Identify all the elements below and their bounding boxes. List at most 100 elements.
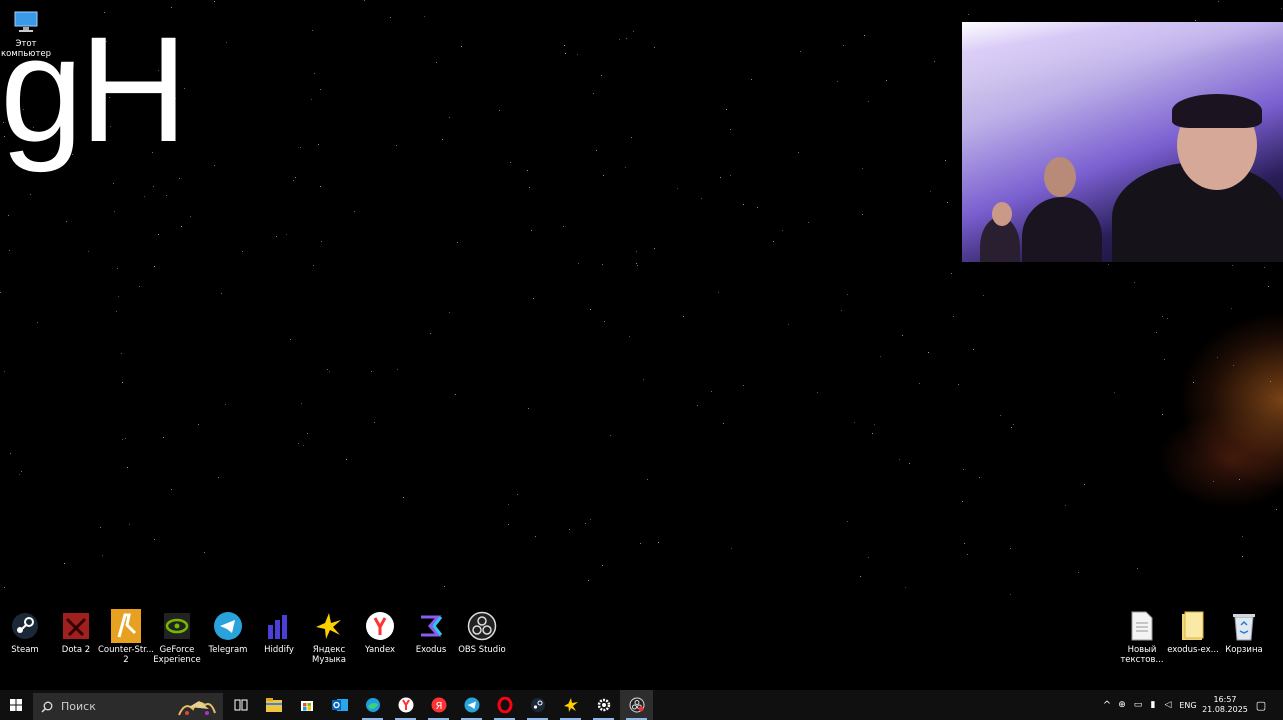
star: [125, 438, 126, 439]
desktop-icon-recycle-bin[interactable]: Корзина: [1212, 610, 1276, 655]
star: [928, 352, 929, 353]
webcam-feed: [962, 22, 1283, 262]
star: [601, 75, 602, 76]
start-button[interactable]: [0, 690, 32, 720]
star: [967, 554, 968, 555]
star: [444, 586, 445, 587]
star: [181, 226, 182, 227]
star: [226, 42, 227, 43]
star: [1270, 381, 1271, 382]
star: [314, 73, 315, 74]
star: [1164, 359, 1165, 360]
star: [1134, 282, 1135, 283]
star: [529, 187, 530, 188]
taskbar-app-file-explorer[interactable]: [257, 690, 290, 720]
star: [510, 162, 511, 163]
star: [565, 53, 566, 54]
star: [312, 30, 313, 31]
star: [564, 45, 565, 46]
taskbar-app-store[interactable]: [290, 690, 323, 720]
star: [868, 557, 869, 558]
star: [320, 89, 321, 90]
star: [295, 177, 296, 178]
star: [720, 177, 721, 178]
network-device-icon[interactable]: ⊕: [1114, 700, 1130, 710]
star: [116, 311, 117, 312]
star: [286, 234, 287, 235]
star: [899, 459, 900, 460]
star: [1010, 594, 1011, 595]
star: [449, 117, 450, 118]
star: [158, 234, 159, 235]
search-placeholder: Поиск: [61, 700, 96, 713]
clock-date: 21.08.2025: [1202, 705, 1248, 714]
taskbar-app-obs[interactable]: [620, 690, 653, 720]
star: [528, 408, 529, 409]
taskbar-app-yandex-music[interactable]: [554, 690, 587, 720]
star: [122, 439, 123, 440]
taskbar-app-edge[interactable]: [356, 690, 389, 720]
star: [508, 524, 509, 525]
taskbar-app-settings[interactable]: [587, 690, 620, 720]
chevron-up-icon[interactable]: ^: [1100, 700, 1114, 711]
desktop-shortcut-obs[interactable]: OBS Studio: [450, 610, 514, 655]
star: [658, 542, 659, 543]
star: [841, 310, 842, 311]
star: [604, 321, 605, 322]
taskbar-app-task-view[interactable]: [224, 690, 257, 720]
taskbar-search[interactable]: Поиск: [33, 693, 223, 720]
star: [455, 394, 456, 395]
star: [596, 150, 597, 151]
yandex-browser-icon: [398, 697, 414, 713]
star: [8, 215, 9, 216]
star: [449, 312, 450, 313]
star: [320, 186, 321, 187]
star: [569, 529, 570, 530]
star: [1162, 414, 1163, 415]
microphone-icon[interactable]: ▮: [1146, 700, 1160, 710]
star: [868, 101, 869, 102]
star: [198, 424, 199, 425]
star: [683, 316, 684, 317]
star: [118, 296, 119, 297]
star: [726, 109, 727, 110]
star: [242, 251, 243, 252]
hiddify-icon: [263, 610, 295, 642]
taskbar-app-outlook[interactable]: [323, 690, 356, 720]
display-icon[interactable]: ▭: [1130, 700, 1146, 710]
star: [301, 403, 302, 404]
star: [117, 268, 118, 269]
star: [1137, 568, 1138, 569]
obs-icon: [629, 697, 645, 713]
volume-icon[interactable]: ◁: [1160, 700, 1176, 710]
taskbar-app-yandex[interactable]: Я: [422, 690, 455, 720]
star: [298, 443, 299, 444]
star: [37, 322, 38, 323]
geforce-icon: [161, 610, 193, 642]
star: [1217, 357, 1218, 358]
star: [902, 335, 903, 336]
star: [983, 295, 984, 296]
taskbar-app-steam[interactable]: [521, 690, 554, 720]
star: [864, 35, 865, 36]
windows-icon: [10, 699, 22, 711]
taskbar-app-telegram[interactable]: [455, 690, 488, 720]
recycle-bin-icon: [1228, 610, 1260, 642]
steam-icon: [9, 610, 41, 642]
clock[interactable]: 16:57 21.08.2025: [1200, 695, 1250, 715]
star: [327, 369, 328, 370]
star: [973, 349, 974, 350]
yandex-music-icon: [313, 610, 345, 642]
taskbar-app-opera[interactable]: [488, 690, 521, 720]
star: [590, 519, 591, 520]
star: [837, 81, 838, 82]
star: [951, 273, 952, 274]
notifications-icon[interactable]: ▢: [1250, 699, 1272, 712]
star: [535, 536, 536, 537]
star: [364, 0, 365, 1]
star: [874, 424, 875, 425]
steam-icon: [530, 697, 546, 713]
star: [947, 202, 948, 203]
taskbar-app-yandex-browser[interactable]: [389, 690, 422, 720]
language-indicator[interactable]: ENG: [1176, 701, 1200, 710]
